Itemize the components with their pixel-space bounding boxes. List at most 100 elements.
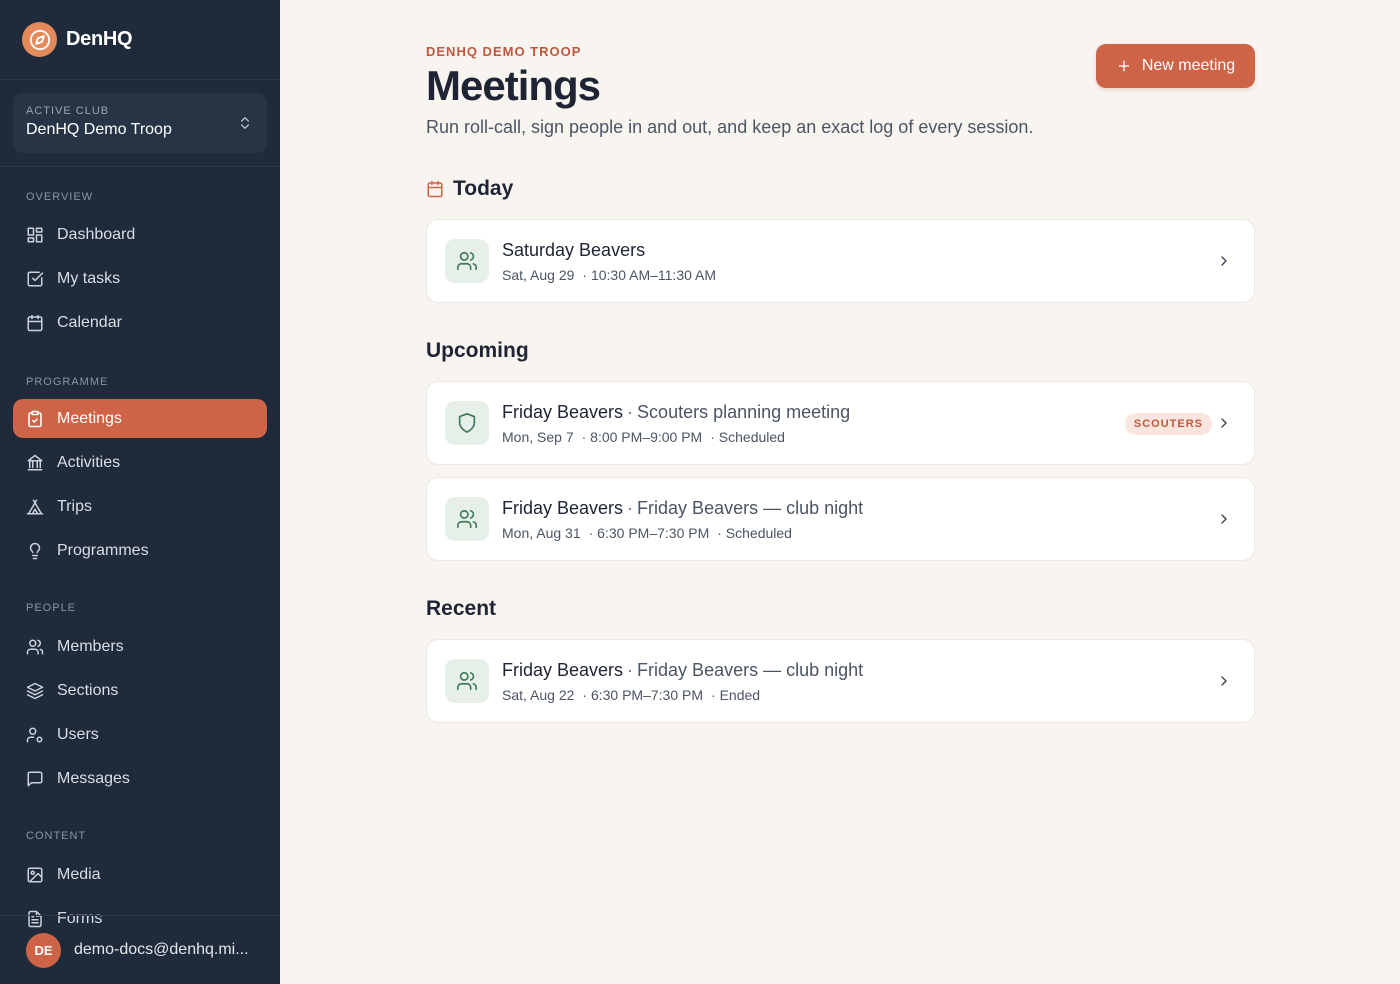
meeting-name: Saturday Beavers — [502, 239, 646, 260]
meeting-status: · Scheduled — [717, 524, 792, 541]
clipboard-icon — [26, 410, 44, 428]
audience-badge: Scouters — [1124, 413, 1212, 435]
page-subtitle: Run roll-call, sign people in and out, a… — [426, 117, 1034, 137]
nav-item-activities[interactable]: Activities — [13, 443, 267, 482]
meeting-card[interactable]: Saturday Beavers Sat, Aug 29 · 10:30 AM–1… — [426, 219, 1255, 303]
members-icon — [445, 239, 489, 283]
nav-item-programmes[interactable]: Programmes — [13, 531, 267, 570]
meeting-name: Friday Beavers — [502, 497, 624, 518]
meeting-date: Mon, Aug 31 — [502, 524, 581, 541]
meeting-date: Mon, Sep 7 — [502, 428, 574, 445]
meeting-subtitle: Scouters planning meeting — [637, 401, 851, 422]
compass-icon — [22, 22, 57, 57]
nav-label: Meetings — [57, 409, 122, 427]
section-title-text: Recent — [426, 597, 497, 620]
meeting-subtitle: Friday Beavers — club night — [637, 659, 864, 680]
meeting-name: Friday Beavers — [502, 659, 624, 680]
club-label: Active club — [26, 105, 110, 117]
nav-group-programme: Programme Meetings Activities Trips Prog… — [0, 368, 280, 570]
activities-icon — [26, 454, 44, 472]
meeting-card[interactable]: Friday Beavers · Friday Beavers — club nig… — [426, 639, 1255, 723]
page-title: Meetings — [426, 62, 601, 109]
meeting-name: Friday Beavers — [502, 401, 624, 422]
club-switcher[interactable]: Active club DenHQ Demo Troop — [13, 93, 267, 153]
avatar: DE — [26, 932, 61, 968]
section-title-upcoming: Upcoming — [426, 339, 529, 363]
nav-label: Members — [57, 637, 124, 655]
calendar-icon — [26, 314, 44, 332]
nav-heading: Overview — [26, 191, 94, 203]
meeting-time: · 6:30 PM–7:30 PM — [582, 686, 704, 703]
nav-item-calendar[interactable]: Calendar — [13, 303, 267, 342]
nav-heading: Content — [26, 830, 87, 842]
tasks-icon — [26, 270, 44, 288]
nav-label: Trips — [57, 497, 92, 515]
chevron-right-icon — [1216, 673, 1232, 689]
meeting-date: Sat, Aug 29 — [502, 266, 575, 283]
new-meeting-button[interactable]: New meeting — [1096, 44, 1255, 88]
nav-label: Sections — [57, 681, 119, 699]
app-name: DenHQ — [66, 28, 133, 50]
nav-label: Users — [57, 725, 99, 743]
nav-label: Programmes — [57, 541, 149, 559]
user-cog-icon — [26, 726, 44, 744]
nav-item-media[interactable]: Media — [13, 855, 267, 894]
section-title-text: Upcoming — [426, 339, 529, 362]
nav-item-sections[interactable]: Sections — [13, 671, 267, 710]
dashboard-icon — [26, 226, 44, 244]
message-icon — [26, 770, 44, 788]
chevron-right-icon — [1216, 253, 1232, 269]
section-title-text: Today — [453, 177, 514, 200]
nav-label: Dashboard — [57, 225, 136, 243]
section-title-today: Today — [426, 177, 513, 201]
nav-item-meetings[interactable]: Meetings — [13, 399, 267, 438]
meeting-status: · Ended — [711, 686, 761, 703]
shield-icon — [445, 401, 489, 445]
chevron-right-icon — [1216, 511, 1232, 527]
nav-item-users[interactable]: Users — [13, 715, 267, 754]
tent-icon — [26, 498, 44, 516]
meeting-status: · Scheduled — [710, 428, 785, 445]
club-name: DenHQ Demo Troop — [26, 121, 172, 138]
user-email: demo-docs@denhq.mi... — [74, 941, 249, 958]
meeting-time: · 10:30 AM–11:30 AM — [582, 266, 717, 283]
chevrons-up-down-icon — [237, 114, 253, 137]
lightbulb-icon — [26, 542, 44, 560]
nav-item-trips[interactable]: Trips — [13, 487, 267, 526]
nav-label: Calendar — [57, 313, 122, 331]
nav-label: Activities — [57, 453, 121, 471]
club-eyebrow: DenHQ Demo Troop — [426, 44, 582, 59]
meeting-card[interactable]: Friday Beavers · Scouters planning meeting… — [426, 381, 1255, 465]
brand[interactable]: DenHQ — [0, 0, 280, 80]
user-menu[interactable]: DE demo-docs@denhq.mi... — [0, 915, 280, 984]
separator-dot: · — [627, 401, 634, 422]
nav-label: Media — [57, 865, 101, 883]
nav-label: My tasks — [57, 269, 121, 287]
nav-item-messages[interactable]: Messages — [13, 759, 267, 798]
separator-dot: · — [627, 497, 634, 518]
plus-icon — [1116, 58, 1132, 74]
new-meeting-label: New meeting — [1141, 57, 1236, 74]
nav-item-my-tasks[interactable]: My tasks — [13, 259, 267, 298]
chevron-right-icon — [1216, 415, 1232, 431]
nav-group-overview: Overview Dashboard My tasks Calendar — [0, 183, 280, 342]
meeting-date: Sat, Aug 22 — [502, 686, 575, 703]
nav-heading: People — [26, 602, 77, 614]
meeting-card[interactable]: Friday Beavers · Friday Beavers — club nig… — [426, 477, 1255, 561]
nav-item-members[interactable]: Members — [13, 627, 267, 666]
nav-label: Messages — [57, 769, 130, 787]
members-icon — [445, 659, 489, 703]
separator-dot: · — [627, 659, 634, 680]
members-icon — [445, 497, 489, 541]
layers-icon — [26, 682, 44, 700]
nav-item-dashboard[interactable]: Dashboard — [13, 215, 267, 254]
meeting-time: · 8:00 PM–9:00 PM — [581, 428, 703, 445]
calendar-icon — [426, 180, 444, 198]
nav-group-people: People Members Sections Users Messages — [0, 594, 280, 798]
image-icon — [26, 866, 44, 884]
nav-heading: Programme — [26, 376, 109, 388]
meeting-subtitle: Friday Beavers — club night — [637, 497, 864, 518]
meeting-time: · 6:30 PM–7:30 PM — [588, 524, 710, 541]
members-icon — [26, 638, 44, 656]
sidebar: DenHQ Active club DenHQ Demo Troop Overv… — [0, 0, 280, 984]
